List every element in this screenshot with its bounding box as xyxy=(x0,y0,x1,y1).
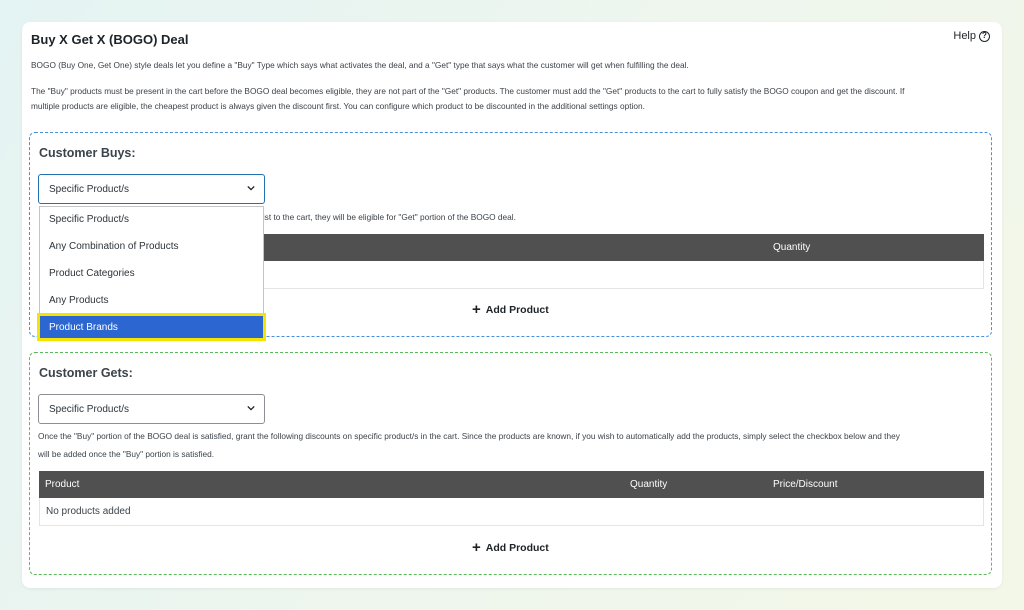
question-circle-icon: ? xyxy=(979,30,990,42)
chevron-down-icon xyxy=(247,185,255,191)
gets-add-product-label: Add Product xyxy=(485,542,549,554)
gets-info-line-1: Once the "Buy" portion of the BOGO deal … xyxy=(38,431,900,441)
customer-gets-title: Customer Gets: xyxy=(39,366,133,380)
gets-type-select[interactable]: Specific Product/s xyxy=(38,394,265,424)
buys-add-product-button[interactable]: + Add Product xyxy=(472,301,549,318)
buys-info-text: list to the cart, they will be eligible … xyxy=(261,212,516,222)
gets-table-header: Product Quantity Price/Discount xyxy=(39,471,984,498)
buys-type-select-value: Specific Product/s xyxy=(49,183,130,195)
plus-icon: + xyxy=(472,301,481,318)
plus-icon: + xyxy=(472,539,481,556)
page-title: Buy X Get X (BOGO) Deal xyxy=(31,32,189,47)
gets-col-quantity: Quantity xyxy=(630,479,668,490)
buys-col-quantity: Quantity xyxy=(773,242,811,253)
buys-add-product-label: Add Product xyxy=(485,304,549,316)
buys-type-dropdown-list: Specific Product/s Any Combination of Pr… xyxy=(37,206,266,341)
option-specific-products[interactable]: Specific Product/s xyxy=(40,207,263,231)
option-any-combination[interactable]: Any Combination of Products xyxy=(40,234,263,258)
gets-empty-text: No products added xyxy=(46,506,131,517)
gets-type-select-value: Specific Product/s xyxy=(49,403,130,415)
option-product-brands[interactable]: Product Brands xyxy=(37,313,266,341)
description-line-2: The "Buy" products must be present in th… xyxy=(31,86,905,96)
gets-add-product-button[interactable]: + Add Product xyxy=(472,539,549,556)
chevron-down-icon xyxy=(247,405,255,411)
description-line-3: multiple products are eligible, the chea… xyxy=(31,101,645,111)
gets-col-product: Product xyxy=(45,479,80,490)
help-link[interactable]: Help ? xyxy=(953,30,990,42)
customer-buys-title: Customer Buys: xyxy=(39,146,136,160)
gets-info-line-2: will be added once the "Buy" portion is … xyxy=(38,449,215,459)
description-line-1: BOGO (Buy One, Get One) style deals let … xyxy=(31,60,689,70)
gets-table-empty-row: No products added xyxy=(39,498,984,526)
help-label: Help xyxy=(953,30,976,42)
option-product-categories[interactable]: Product Categories xyxy=(40,261,263,285)
customer-gets-section: Customer Gets: Specific Product/s Once t… xyxy=(29,352,992,575)
option-any-products[interactable]: Any Products xyxy=(40,288,263,312)
gets-col-price-discount: Price/Discount xyxy=(773,479,838,490)
buys-type-select[interactable]: Specific Product/s xyxy=(38,174,265,204)
